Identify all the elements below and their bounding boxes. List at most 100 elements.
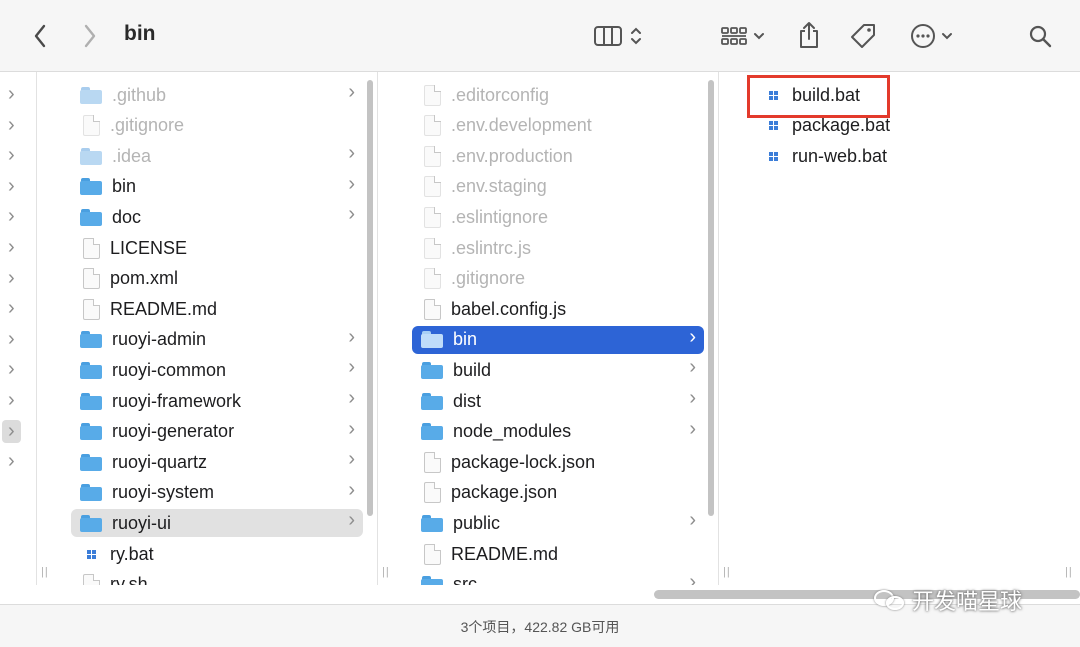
disclosure-chevron-icon[interactable]: › — [8, 114, 15, 137]
file-row-doc[interactable]: doc › — [71, 203, 363, 231]
file-row-gitignore[interactable]: .gitignore — [71, 112, 363, 140]
file-row-public[interactable]: public › — [412, 509, 704, 537]
status-text: 3个项目，422.82 GB可用 — [460, 619, 620, 635]
folder-icon — [80, 208, 102, 226]
folder-icon — [80, 147, 102, 165]
folder-icon — [421, 576, 443, 585]
document-file-icon — [424, 237, 441, 259]
file-name-label: .eslintignore — [451, 206, 549, 227]
file-row-github[interactable]: .github › — [71, 81, 363, 109]
back-button[interactable] — [26, 20, 54, 52]
file-name-label: dist — [453, 390, 482, 411]
file-row-ry-sh[interactable]: ry.sh — [71, 571, 363, 585]
chevron-left-icon — [34, 24, 46, 48]
share-button[interactable] — [793, 18, 825, 52]
disclosure-chevron-icon: › — [689, 417, 696, 440]
disclosure-chevron-icon[interactable]: › — [8, 267, 15, 290]
file-row-ry-bat[interactable]: ry.bat — [71, 540, 363, 568]
file-row-ruoyi-framework[interactable]: ruoyi-framework › — [71, 387, 363, 415]
disclosure-chevron-icon[interactable]: › — [8, 144, 15, 167]
disclosure-chevron-icon: › — [689, 570, 696, 585]
file-row-run-web-bat[interactable]: run-web.bat — [753, 142, 913, 170]
file-row-ruoyi-generator[interactable]: ruoyi-generator › — [71, 418, 363, 446]
column-scrollbar[interactable] — [367, 80, 373, 516]
file-row-ruoyi-admin[interactable]: ruoyi-admin › — [71, 326, 363, 354]
disclosure-chevron-icon: › — [348, 509, 355, 532]
file-row-ruoyi-ui[interactable]: ruoyi-ui › — [71, 509, 363, 538]
file-name-label: ruoyi-common — [112, 359, 227, 380]
file-row-env-development[interactable]: .env.development — [412, 112, 704, 140]
watermark: 开发喵星球 — [872, 584, 1022, 616]
column-resize-handle[interactable]: || — [382, 566, 390, 578]
file-row-ruoyi-quartz[interactable]: ruoyi-quartz › — [71, 448, 363, 476]
file-row-pom-xml[interactable]: pom.xml — [71, 265, 363, 293]
file-row-editorconfig[interactable]: .editorconfig — [412, 81, 704, 109]
windows-batch-file-icon — [83, 544, 100, 565]
disclosure-chevron-icon[interactable]: › — [8, 236, 15, 259]
file-name-label: .env.production — [451, 145, 573, 166]
file-row-ruoyi-system[interactable]: ruoyi-system › — [71, 479, 363, 507]
folder-icon — [421, 423, 443, 441]
file-row-package-lock-json[interactable]: package-lock.json — [412, 448, 704, 476]
folder-icon — [80, 392, 102, 410]
column-scrollbar[interactable] — [708, 80, 714, 516]
file-row-gitignore[interactable]: .gitignore — [412, 265, 704, 293]
file-name-label: package.json — [451, 482, 558, 503]
group-button[interactable] — [716, 20, 770, 52]
forward-button[interactable] — [76, 20, 104, 52]
file-row-src[interactable]: src › — [412, 571, 704, 585]
column-bin: build.bat package.bat run-web.bat || || — [719, 72, 1080, 585]
view-mode-button[interactable] — [588, 20, 648, 52]
folder-icon — [421, 361, 443, 379]
file-row-idea[interactable]: .idea › — [71, 142, 363, 170]
file-row-build[interactable]: build › — [412, 356, 704, 384]
file-name-label: ruoyi-admin — [112, 329, 207, 350]
file-row-env-production[interactable]: .env.production — [412, 142, 704, 170]
file-row-node-modules[interactable]: node_modules › — [412, 418, 704, 446]
document-file-icon — [424, 115, 441, 137]
more-actions-button[interactable] — [904, 20, 960, 52]
file-row-dist[interactable]: dist › — [412, 387, 704, 415]
disclosure-chevron-icon[interactable]: › — [8, 205, 15, 228]
folder-icon — [80, 178, 102, 196]
file-row-readme-md[interactable]: README.md — [412, 540, 704, 568]
file-name-label: run-web.bat — [792, 145, 888, 166]
column-resize-handle[interactable]: || — [41, 566, 49, 578]
file-row-bin[interactable]: bin › — [412, 325, 704, 354]
file-name-label: ruoyi-ui — [112, 512, 172, 533]
disclosure-chevron-icon[interactable]: › — [8, 389, 15, 412]
search-button[interactable] — [1024, 20, 1056, 52]
disclosure-chevron-icon[interactable]: › — [8, 83, 15, 106]
updown-chevron-icon — [631, 27, 641, 45]
disclosure-chevron-icon[interactable]: › — [8, 450, 15, 473]
disclosure-chevron-icon: › — [689, 509, 696, 532]
file-row-readme-md[interactable]: README.md — [71, 295, 363, 323]
chevron-down-icon — [754, 33, 764, 40]
document-file-icon — [424, 176, 441, 198]
disclosure-chevron-icon[interactable]: › — [8, 175, 15, 198]
file-row-license[interactable]: LICENSE — [71, 234, 363, 262]
grid-group-icon — [721, 27, 747, 45]
file-row-package-json[interactable]: package.json — [412, 479, 704, 507]
file-name-label: LICENSE — [110, 237, 188, 258]
column-resize-handle[interactable]: || — [723, 566, 731, 578]
file-name-label: public — [453, 512, 501, 533]
tag-button[interactable] — [846, 20, 880, 52]
file-row-eslintrc-js[interactable]: .eslintrc.js — [412, 234, 704, 262]
column-resize-handle[interactable]: || — [1065, 566, 1073, 578]
file-row-babel-config-js[interactable]: babel.config.js — [412, 295, 704, 323]
disclosure-chevron-icon[interactable]: › — [2, 419, 21, 443]
disclosure-chevron-icon: › — [689, 325, 696, 348]
folder-icon — [421, 331, 443, 349]
folder-icon — [421, 392, 443, 410]
file-name-label: bin — [112, 176, 137, 197]
disclosure-chevron-icon: › — [348, 81, 355, 103]
disclosure-chevron-icon[interactable]: › — [8, 358, 15, 381]
file-name-label: node_modules — [453, 421, 572, 442]
disclosure-chevron-icon[interactable]: › — [8, 328, 15, 351]
file-row-env-staging[interactable]: .env.staging — [412, 173, 704, 201]
file-row-eslintignore[interactable]: .eslintignore — [412, 203, 704, 231]
disclosure-chevron-icon[interactable]: › — [8, 297, 15, 320]
file-row-bin[interactable]: bin › — [71, 173, 363, 201]
file-row-ruoyi-common[interactable]: ruoyi-common › — [71, 356, 363, 384]
